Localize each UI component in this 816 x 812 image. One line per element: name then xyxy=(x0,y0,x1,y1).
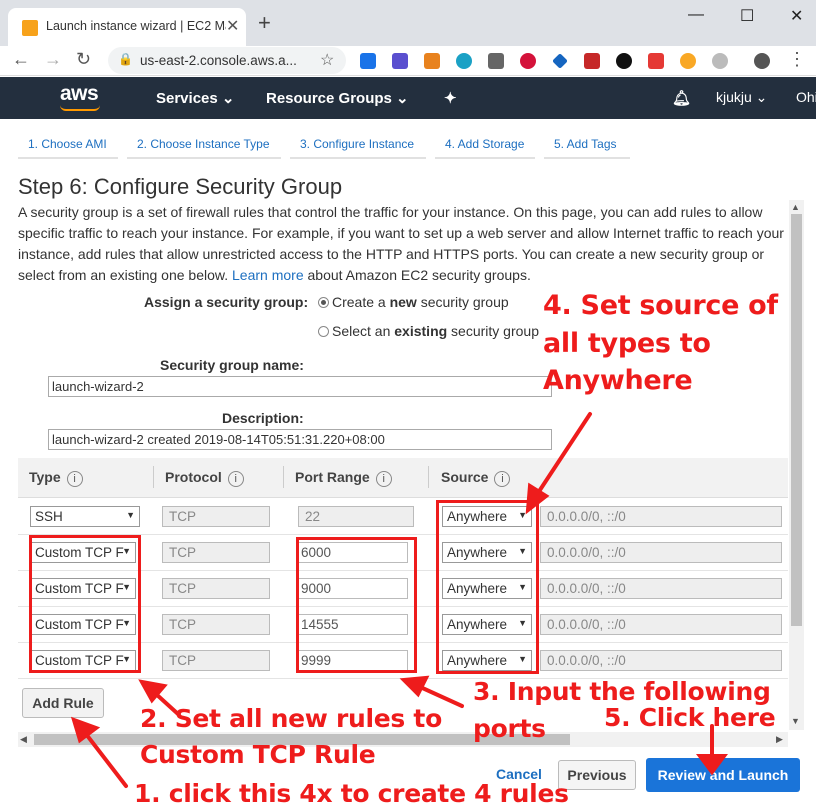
annotation-3-line1: 3. Input the following xyxy=(473,677,771,706)
annotation-4-line1: 4. Set source of xyxy=(543,290,778,321)
arrow-head xyxy=(696,754,728,776)
arrow-head xyxy=(70,716,101,744)
annotation-3-line2: ports xyxy=(473,714,546,743)
annotation-5: 5. Click here xyxy=(604,703,776,732)
annotation-4-line3: Anywhere xyxy=(543,365,693,396)
arrow-to-ports xyxy=(416,684,464,708)
arrow-to-source xyxy=(534,412,592,498)
annotation-2-line1: 2. Set all new rules to xyxy=(140,704,442,733)
arrow-head xyxy=(399,675,430,698)
annotation-1: 1. click this 4x to create 4 rules xyxy=(134,779,569,808)
annotation-2-line2: Custom TCP Rule xyxy=(140,740,376,769)
annotation-4-line2: all types to xyxy=(543,328,711,359)
arrow-head xyxy=(525,482,550,515)
arrow-to-add-rule xyxy=(84,732,128,788)
